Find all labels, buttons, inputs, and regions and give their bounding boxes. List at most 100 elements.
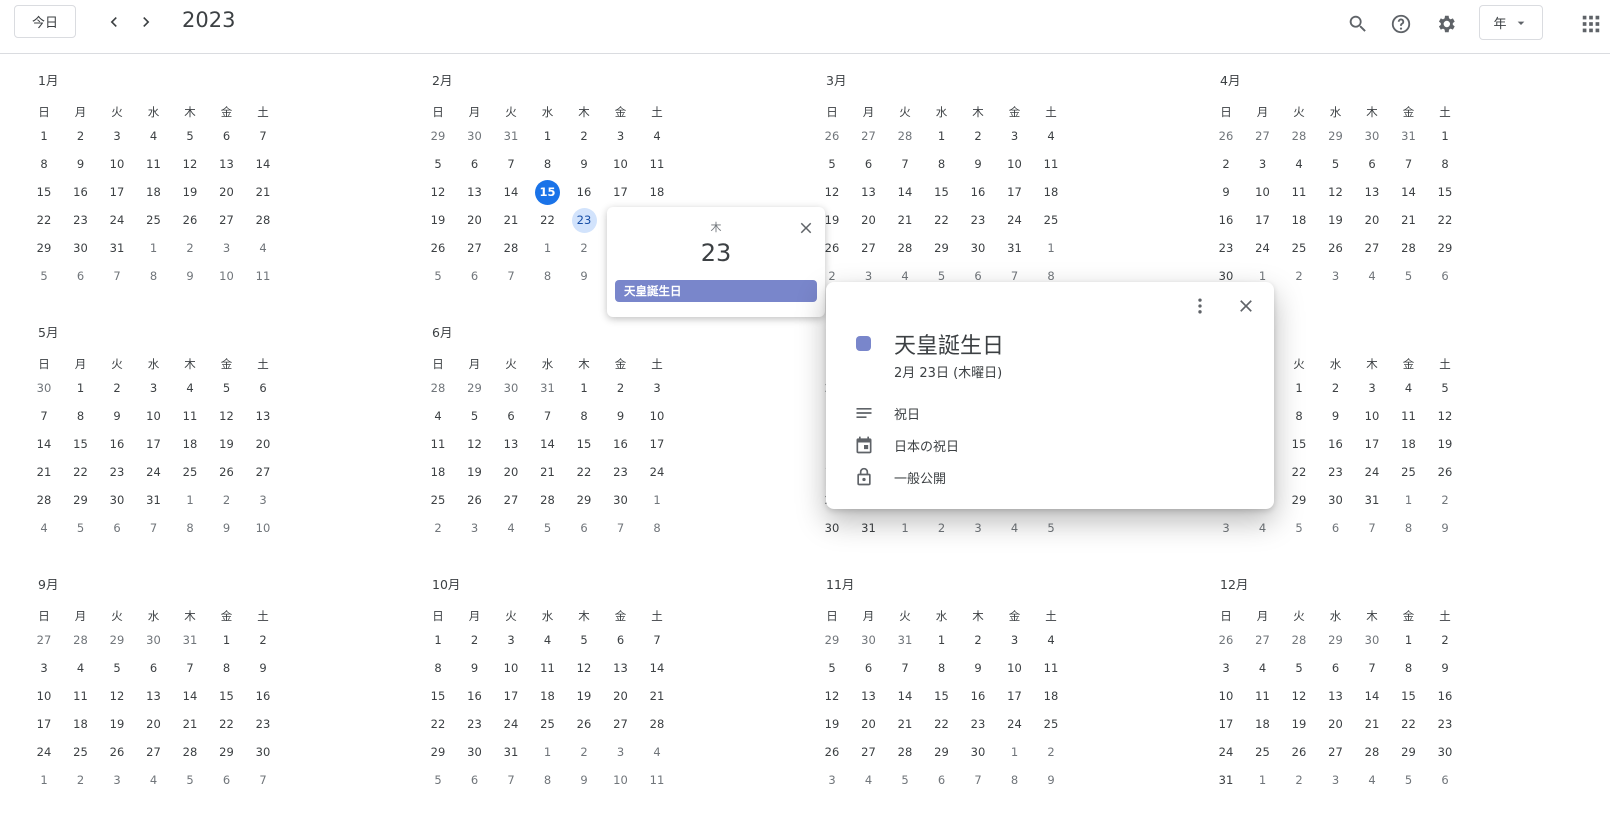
day-cell[interactable]: 9	[1323, 404, 1348, 429]
day-cell[interactable]: 10	[608, 768, 633, 793]
day-cell[interactable]: 8	[141, 264, 166, 289]
day-cell[interactable]: 3	[251, 488, 276, 513]
day-cell[interactable]: 29	[1323, 628, 1348, 653]
day-cell[interactable]: 6	[462, 768, 487, 793]
day-cell[interactable]: 30	[1360, 628, 1385, 653]
day-cell[interactable]: 5	[426, 264, 451, 289]
day-cell[interactable]: 30	[966, 740, 991, 765]
day-cell[interactable]: 13	[1323, 684, 1348, 709]
day-cell[interactable]: 29	[68, 488, 93, 513]
day-cell[interactable]: 27	[856, 124, 881, 149]
day-cell[interactable]: 11	[645, 152, 670, 177]
day-cell[interactable]: 1	[929, 628, 954, 653]
day-cell[interactable]: 27	[32, 628, 57, 653]
month-title[interactable]: 5月	[38, 322, 58, 341]
day-cell[interactable]: 5	[1396, 264, 1421, 289]
day-cell[interactable]: 16	[462, 684, 487, 709]
day-cell[interactable]: 21	[535, 460, 560, 485]
day-cell[interactable]: 16	[1214, 208, 1239, 233]
day-cell[interactable]: 5	[1323, 152, 1348, 177]
day-cell[interactable]: 9	[608, 404, 633, 429]
day-cell[interactable]: 4	[856, 768, 881, 793]
day-cell[interactable]: 5	[1433, 376, 1458, 401]
day-cell[interactable]: 18	[68, 712, 93, 737]
day-cell[interactable]: 3	[1214, 656, 1239, 681]
day-cell[interactable]: 3	[462, 516, 487, 541]
day-cell[interactable]: 3	[141, 376, 166, 401]
day-cell[interactable]: 4	[535, 628, 560, 653]
day-cell[interactable]: 20	[214, 180, 239, 205]
day-cell[interactable]: 27	[251, 460, 276, 485]
day-cell[interactable]: 26	[1287, 740, 1312, 765]
day-cell[interactable]: 13	[856, 684, 881, 709]
day-cell[interactable]: 3	[1360, 376, 1385, 401]
day-cell[interactable]: 29	[426, 124, 451, 149]
day-cell[interactable]: 2	[929, 516, 954, 541]
day-cell[interactable]: 7	[499, 152, 524, 177]
day-cell[interactable]: 6	[1323, 656, 1348, 681]
day-cell[interactable]: 26	[105, 740, 130, 765]
close-icon[interactable]	[1236, 296, 1256, 316]
day-cell[interactable]: 7	[893, 152, 918, 177]
day-cell[interactable]: 12	[820, 180, 845, 205]
day-cell[interactable]: 13	[608, 656, 633, 681]
day-cell[interactable]: 21	[1396, 208, 1421, 233]
day-cell[interactable]: 1	[1396, 628, 1421, 653]
month-title[interactable]: 12月	[1220, 574, 1248, 593]
day-cell[interactable]: 26	[1323, 236, 1348, 261]
day-cell[interactable]: 4	[32, 516, 57, 541]
day-cell[interactable]: 4	[251, 236, 276, 261]
day-cell[interactable]: 31	[499, 124, 524, 149]
day-cell[interactable]: 8	[426, 656, 451, 681]
day-cell[interactable]: 12	[214, 404, 239, 429]
day-cell[interactable]: 7	[966, 768, 991, 793]
day-cell[interactable]: 23	[68, 208, 93, 233]
day-cell[interactable]: 1	[1433, 124, 1458, 149]
day-cell[interactable]: 11	[426, 432, 451, 457]
day-cell[interactable]: 22	[426, 712, 451, 737]
day-cell[interactable]: 11	[251, 264, 276, 289]
day-cell[interactable]: 6	[462, 152, 487, 177]
day-cell[interactable]: 21	[251, 180, 276, 205]
day-cell[interactable]: 1	[141, 236, 166, 261]
day-cell[interactable]: 15	[32, 180, 57, 205]
day-cell[interactable]: 29	[820, 628, 845, 653]
day-cell[interactable]: 4	[1250, 516, 1275, 541]
day-cell[interactable]: 14	[893, 180, 918, 205]
day-cell[interactable]: 22	[929, 208, 954, 233]
day-cell[interactable]: 1	[1250, 768, 1275, 793]
day-cell[interactable]: 27	[499, 488, 524, 513]
day-cell[interactable]: 8	[929, 656, 954, 681]
day-cell[interactable]: 9	[1433, 516, 1458, 541]
day-cell[interactable]: 24	[141, 460, 166, 485]
day-cell[interactable]: 7	[32, 404, 57, 429]
day-cell[interactable]: 7	[105, 264, 130, 289]
day-cell[interactable]: 28	[535, 488, 560, 513]
day-cell[interactable]: 3	[608, 124, 633, 149]
day-cell[interactable]: 21	[1360, 712, 1385, 737]
day-cell[interactable]: 6	[929, 768, 954, 793]
month-title[interactable]: 2月	[432, 70, 452, 89]
day-cell[interactable]: 4	[1360, 768, 1385, 793]
day-cell[interactable]: 29	[426, 740, 451, 765]
day-cell[interactable]: 8	[535, 264, 560, 289]
day-cell[interactable]: 18	[426, 460, 451, 485]
day-cell[interactable]: 2	[608, 376, 633, 401]
month-title[interactable]: 9月	[38, 574, 58, 593]
day-cell[interactable]: 2	[572, 124, 597, 149]
day-cell[interactable]: 1	[1287, 376, 1312, 401]
day-cell[interactable]: 18	[1287, 208, 1312, 233]
day-cell[interactable]: 8	[178, 516, 203, 541]
month-title[interactable]: 10月	[432, 574, 460, 593]
day-cell[interactable]: 25	[68, 740, 93, 765]
day-cell[interactable]: 4	[68, 656, 93, 681]
day-cell[interactable]: 25	[1039, 712, 1064, 737]
day-cell[interactable]: 23	[1323, 460, 1348, 485]
day-cell[interactable]: 29	[105, 628, 130, 653]
day-cell[interactable]: 9	[966, 152, 991, 177]
day-cell[interactable]: 16	[105, 432, 130, 457]
day-cell[interactable]: 6	[608, 628, 633, 653]
day-cell[interactable]: 8	[572, 404, 597, 429]
day-cell[interactable]: 8	[214, 656, 239, 681]
day-cell[interactable]: 9	[572, 768, 597, 793]
